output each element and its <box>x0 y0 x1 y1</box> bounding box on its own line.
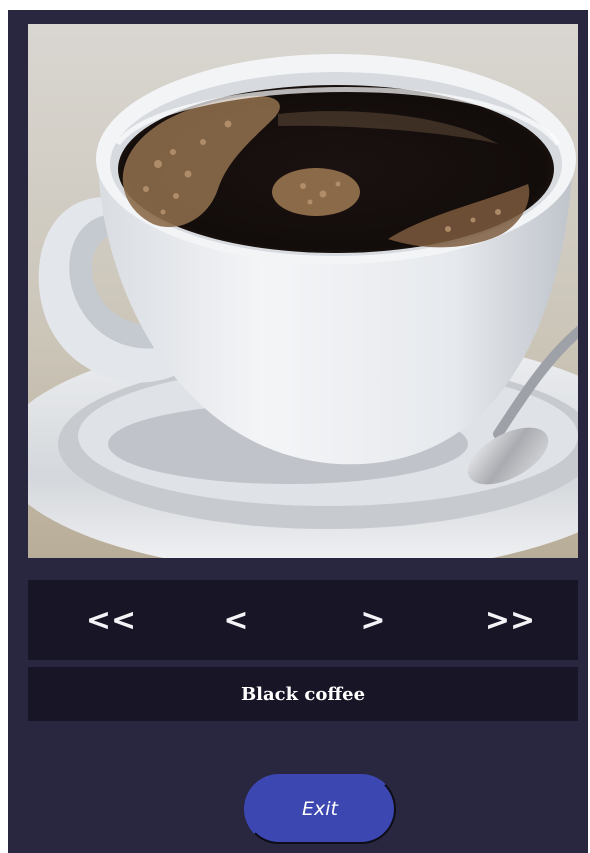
previous-image-button[interactable]: < <box>191 580 281 660</box>
exit-button[interactable]: Exit <box>244 774 396 844</box>
image-caption: Black coffee <box>240 683 366 705</box>
navigation-bar: << < > >> <box>28 580 578 660</box>
first-image-button[interactable]: << <box>66 580 156 660</box>
gallery-app: << < > >> Black coffee Exit <box>8 10 588 853</box>
next-image-button[interactable]: > <box>328 580 418 660</box>
coffee-photo <box>28 24 578 558</box>
caption-bar: Black coffee <box>28 667 578 721</box>
last-image-button[interactable]: >> <box>465 580 555 660</box>
